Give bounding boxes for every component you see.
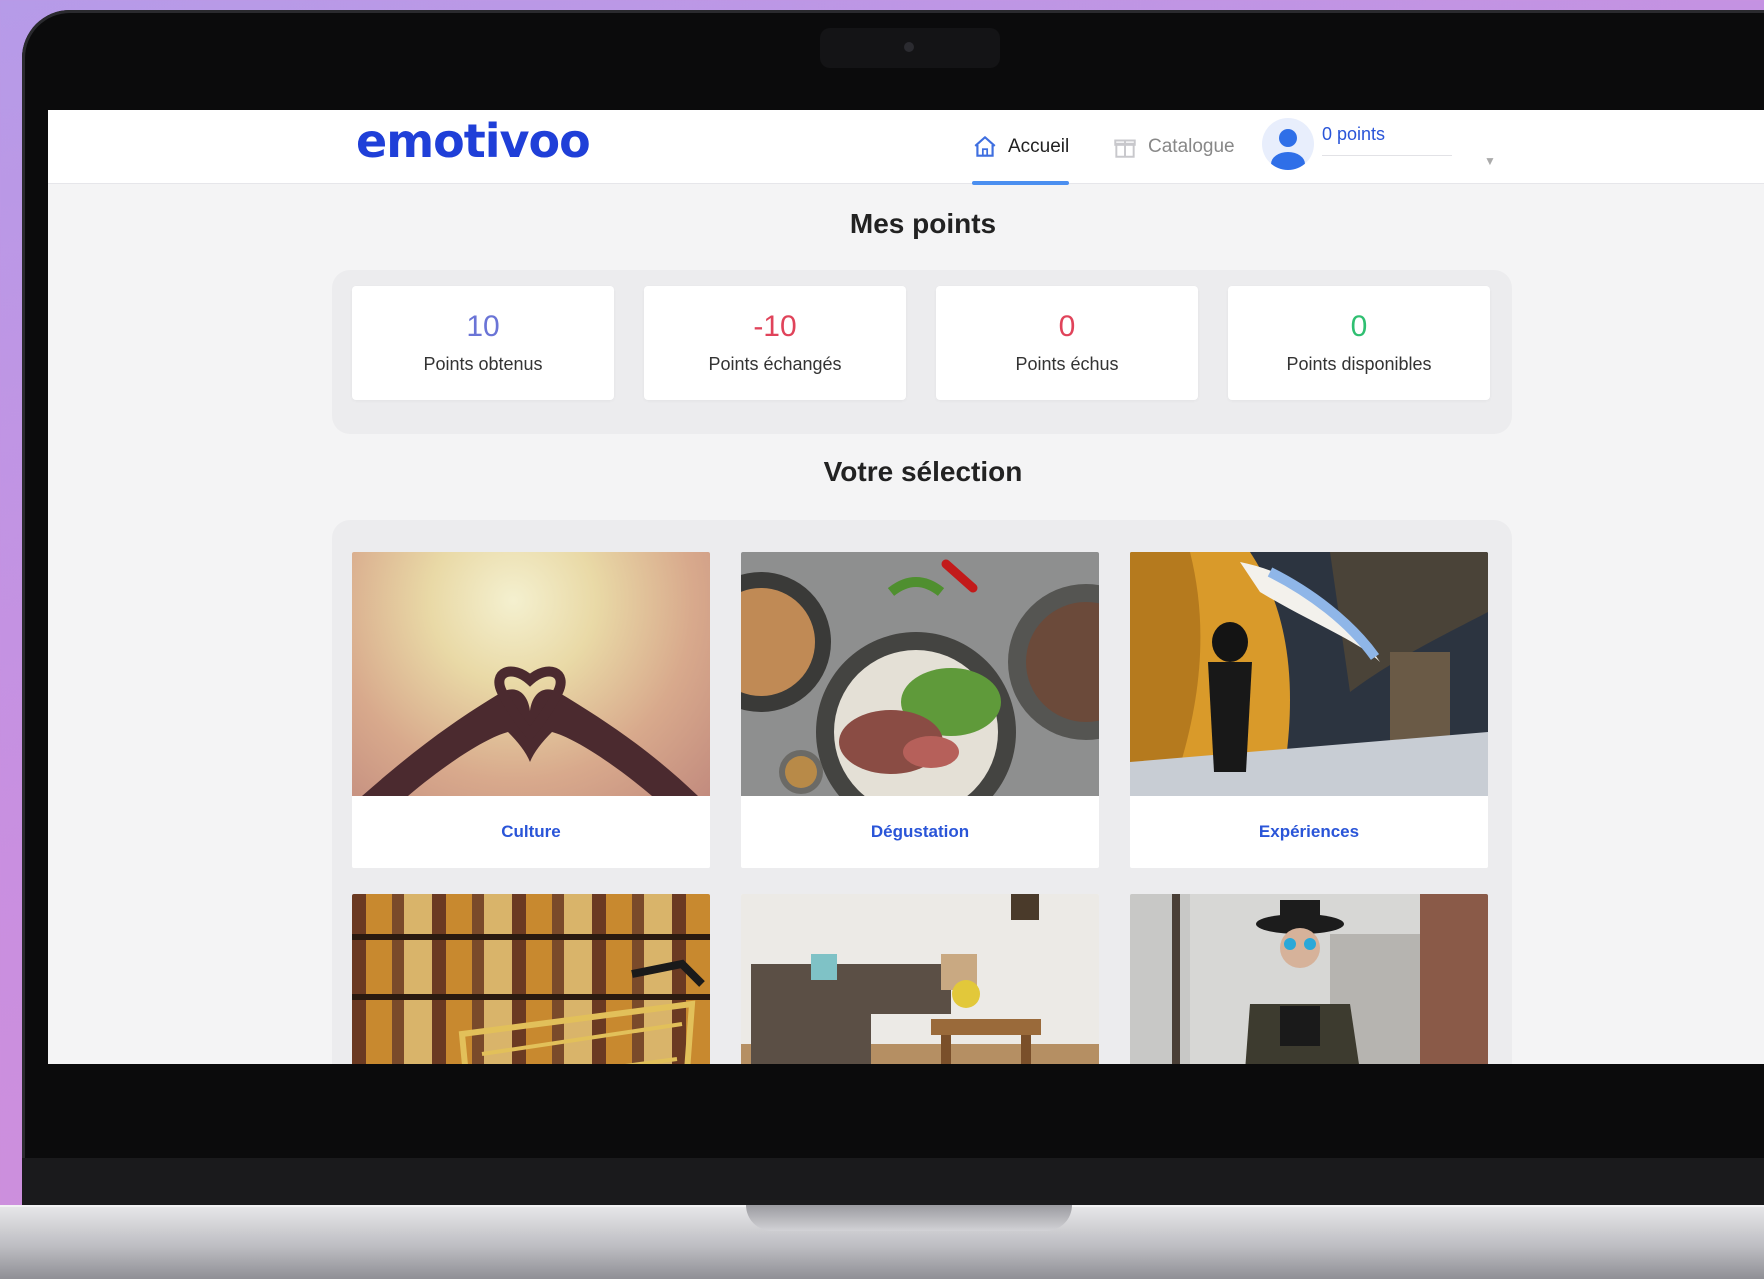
points-title: Mes points (849, 208, 997, 239)
hot-air-balloon-image (1130, 552, 1488, 796)
nav-accueil[interactable]: Accueil (972, 110, 1070, 185)
selection-title: Votre sélection (823, 456, 1023, 487)
category-grid: Culture Dégustation Expériences (332, 520, 1512, 1064)
stat-card-disponibles: 0 Points disponibles (1228, 286, 1490, 400)
category-card-mode[interactable] (1130, 894, 1488, 1064)
top-navbar: emotivoo Accueil Catalogue 0 points ▼ (48, 110, 1764, 185)
brand-logo[interactable]: emotivoo (356, 114, 591, 168)
laptop-chin (22, 1158, 1764, 1208)
stat-card-echus: 0 Points échus (936, 286, 1198, 400)
category-card-courses[interactable] (352, 894, 710, 1064)
category-card-culture[interactable]: Culture (352, 552, 710, 868)
fashion-woman-hat-image (1130, 894, 1488, 1064)
app-screen: emotivoo Accueil Catalogue 0 points ▼ Me… (48, 110, 1764, 1064)
chevron-down-icon[interactable]: ▼ (1484, 154, 1496, 168)
heart-hands-sunset-image (352, 552, 710, 796)
food-plates-image (741, 552, 1099, 796)
stat-card-echanges: -10 Points échangés (644, 286, 906, 400)
laptop-base-notch (746, 1205, 1072, 1231)
camera-icon (904, 42, 914, 52)
category-label: Dégustation (870, 822, 970, 841)
grocery-cart-image (352, 894, 710, 1064)
stat-label: Points disponibles (1286, 354, 1432, 374)
nav-catalogue-label: Catalogue (1148, 136, 1235, 157)
home-icon (974, 136, 996, 157)
user-points: 0 points (1322, 124, 1386, 144)
category-card-experiences[interactable]: Expériences (1130, 552, 1488, 868)
stat-card-obtenus: 10 Points obtenus (352, 286, 614, 400)
stat-label: Points obtenus (423, 354, 543, 374)
user-avatar-icon (1262, 118, 1314, 170)
stat-value: 10 (466, 310, 500, 343)
nav-catalogue[interactable]: Catalogue (1112, 110, 1235, 184)
user-menu[interactable]: 0 points ▼ (1262, 118, 1502, 178)
stat-value: -10 (753, 310, 797, 343)
category-card-maison[interactable] (741, 894, 1099, 1064)
points-divider (1322, 155, 1452, 156)
category-label: Culture (501, 822, 561, 841)
points-stats: 10 Points obtenus -10 Points échangés 0 … (332, 270, 1512, 434)
stat-value: 0 (1350, 310, 1368, 343)
living-room-image (741, 894, 1099, 1064)
category-label: Expériences (1258, 822, 1360, 841)
active-tab-indicator (972, 181, 1070, 185)
stat-label: Points échus (1015, 354, 1119, 374)
gift-icon (1114, 139, 1136, 158)
stat-value: 0 (1058, 310, 1076, 343)
category-card-degustation[interactable]: Dégustation (741, 552, 1099, 868)
stat-label: Points échangés (708, 354, 842, 374)
nav-accueil-label: Accueil (1008, 136, 1070, 157)
